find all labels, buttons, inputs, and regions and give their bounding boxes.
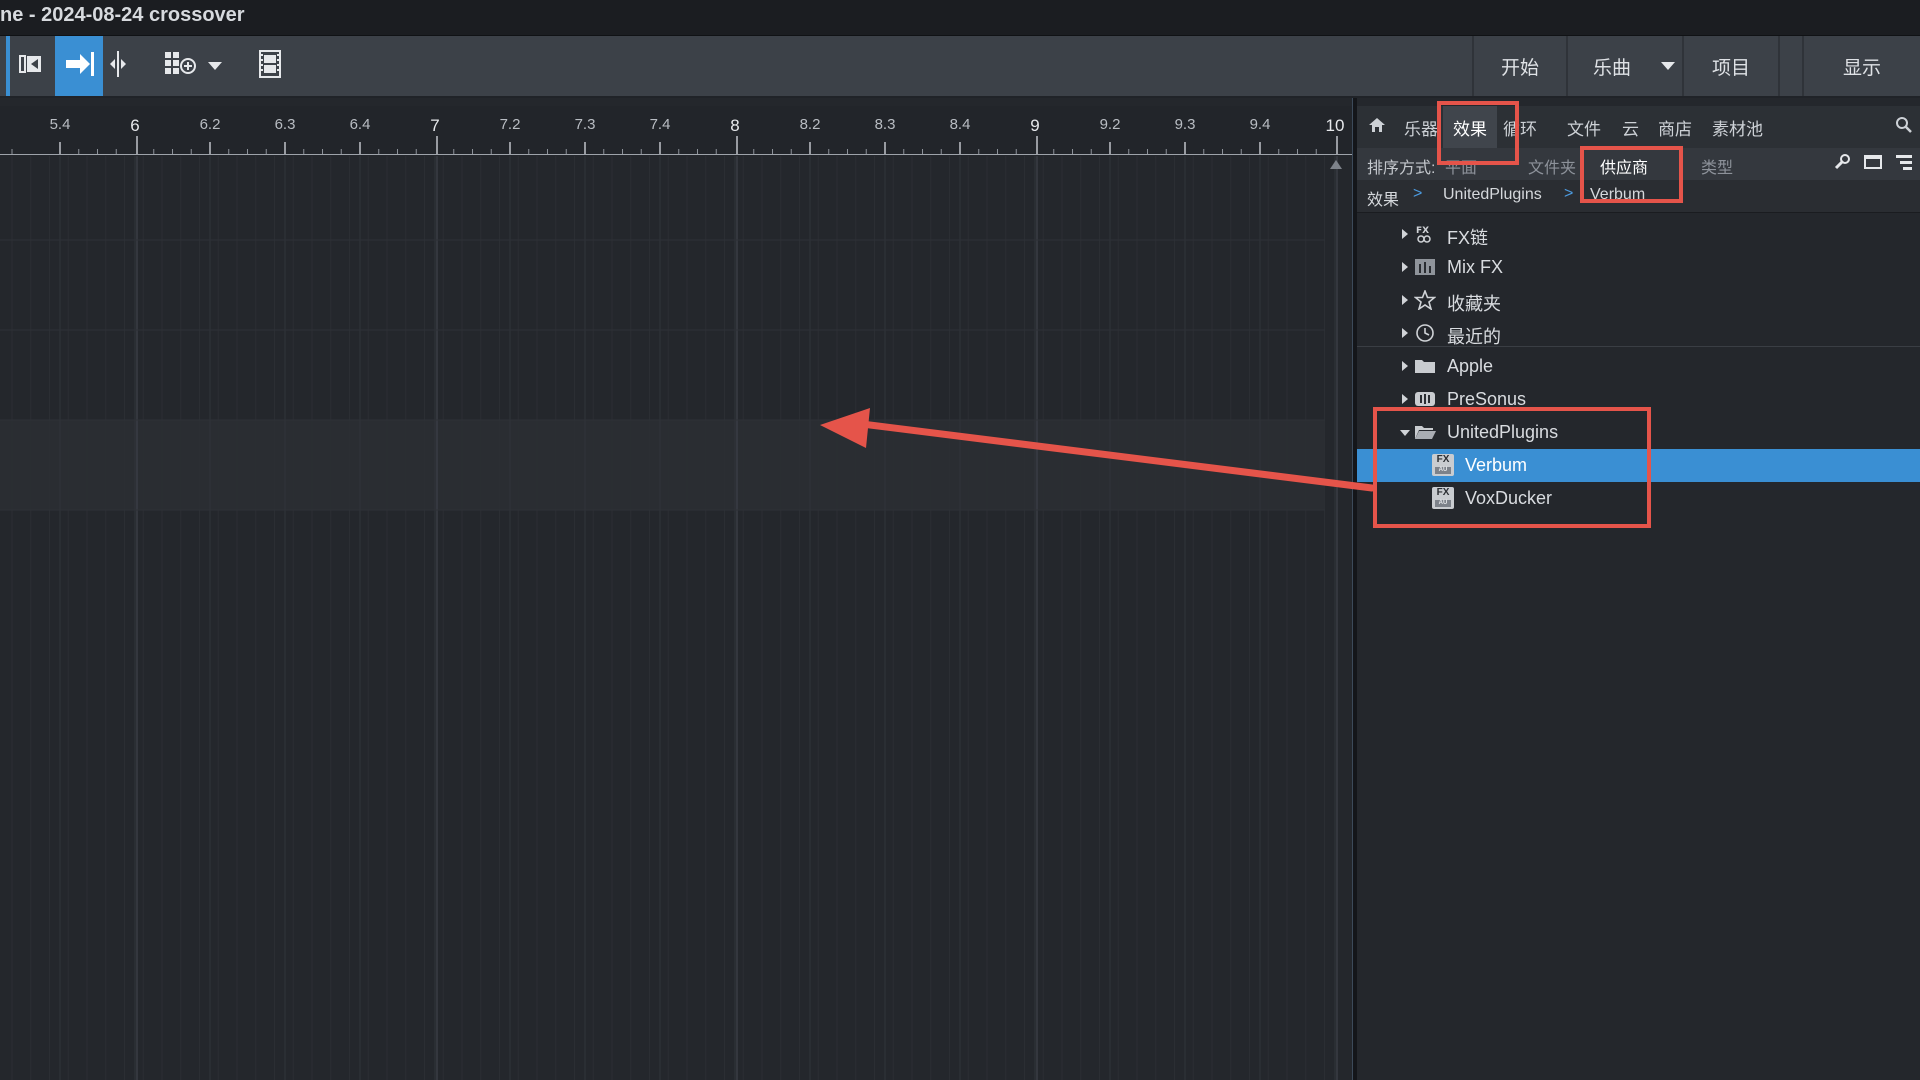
chevron-down-icon (208, 62, 222, 70)
presonus-icon (1414, 389, 1436, 409)
chevron-down-icon (1661, 62, 1675, 70)
tab-files[interactable]: 文件 (1567, 106, 1601, 148)
annotation-box-vendor-sort (1580, 146, 1683, 203)
breadcrumb-effects[interactable]: 效果 (1367, 186, 1399, 210)
toolbar-edge-accent (6, 36, 10, 96)
clock-icon (1414, 323, 1436, 343)
tree-item-label: Mix FX (1447, 257, 1503, 277)
expand-arrow-right-icon[interactable] (1402, 328, 1408, 338)
follow-arrow-icon (62, 49, 96, 84)
snap-start-button[interactable] (12, 36, 52, 96)
browser-list-button[interactable] (1894, 153, 1914, 176)
tree-item-fx[interactable]: FX FX链 (1357, 218, 1920, 251)
tree-item-label: Apple (1447, 356, 1494, 376)
timeline-ruler[interactable]: 5.4 6 6.2 6.3 6.4 7 7.2 7.3 7.4 8 8.2 8.3 8.4 9 9.2 9.3… (0, 106, 1352, 155)
title-bar: ne - 2024-08-24 crossover (0, 0, 1920, 36)
folder-icon (1414, 356, 1436, 376)
track-lane-highlight (0, 420, 1325, 510)
breadcrumb-unitedplugins[interactable]: UnitedPlugins (1443, 186, 1542, 204)
tab-shop[interactable]: 商店 (1658, 106, 1692, 148)
expand-arrow-right-icon[interactable] (1402, 229, 1408, 239)
follow-playhead-button[interactable] (55, 36, 103, 96)
split-icon (106, 49, 130, 84)
fx-chain-icon: FX (1414, 224, 1436, 244)
expand-arrow-right-icon[interactable] (1402, 295, 1408, 305)
grid-add-icon (163, 49, 197, 84)
tab-pool[interactable]: 素材池 (1712, 106, 1763, 148)
annotation-box-effects-tab (1437, 101, 1519, 165)
tree-item-node-2[interactable]: 收藏夹 (1357, 284, 1920, 317)
browser-layout-button[interactable] (1863, 153, 1883, 176)
tree-item-label: FX链 (1447, 228, 1489, 248)
window-title: ne - 2024-08-24 crossover (0, 4, 245, 26)
browser-panel: 乐器 效果 循环 文件 云 商店 素材池 排序方式: 平面 文件夹 供应商 类型 (1357, 98, 1920, 1080)
tree-item-apple[interactable]: Apple (1357, 350, 1920, 383)
tree-divider (1357, 346, 1920, 347)
arrange-grid[interactable] (0, 156, 1352, 1080)
browser-home-button[interactable] (1365, 106, 1389, 148)
tree-item-mix-fx[interactable]: Mix FX (1357, 251, 1920, 284)
sort-label: 排序方式: (1367, 160, 1436, 177)
breadcrumb-separator-icon: > (1413, 185, 1423, 202)
breadcrumb-separator-icon: > (1564, 185, 1574, 202)
list-icon (1894, 155, 1914, 175)
mix-fx-icon (1414, 257, 1436, 277)
window-icon (1863, 155, 1883, 175)
snap-start-icon (17, 52, 47, 81)
nav-song-dropdown[interactable] (1656, 36, 1680, 96)
expand-arrow-right-icon[interactable] (1402, 361, 1408, 371)
tree-item-label: 收藏夹 (1447, 294, 1501, 314)
tab-cloud[interactable]: 云 (1622, 106, 1639, 148)
nav-song-button[interactable]: 乐曲 (1568, 36, 1656, 96)
browser-search-button[interactable] (1893, 106, 1915, 148)
split-button[interactable] (104, 36, 132, 96)
sort-type[interactable]: 类型 (1701, 154, 1733, 178)
scroll-up-arrow[interactable] (1330, 160, 1342, 169)
star-icon (1414, 290, 1436, 310)
tab-instruments[interactable]: 乐器 (1404, 106, 1438, 148)
toolbar-separator (1778, 36, 1780, 96)
expand-arrow-right-icon[interactable] (1402, 262, 1408, 272)
sort-folder[interactable]: 文件夹 (1528, 154, 1576, 178)
search-icon (1895, 116, 1913, 139)
home-icon (1368, 116, 1386, 139)
expand-arrow-right-icon[interactable] (1402, 394, 1408, 404)
toolbar: 开始 乐曲 项目 显示 (0, 36, 1920, 98)
annotation-box-plugin-list (1373, 407, 1651, 528)
arrange-view[interactable]: 5.4 6 6.2 6.3 6.4 7 7.2 7.3 7.4 8 8.2 8.3 8.4 9 9.2 9.3… (0, 98, 1352, 1080)
wrench-icon (1833, 154, 1851, 175)
nav-start-button[interactable]: 开始 (1474, 36, 1566, 96)
nav-project-button[interactable]: 项目 (1684, 36, 1778, 96)
browser-settings-button[interactable] (1833, 153, 1851, 176)
video-button[interactable] (252, 36, 288, 96)
svg-text:FX: FX (1416, 226, 1429, 236)
grid-dropdown-button[interactable] (204, 36, 226, 96)
ruler-ticks (11, 136, 1338, 154)
grid-add-button[interactable] (160, 36, 200, 96)
nav-show-button[interactable]: 显示 (1804, 36, 1920, 96)
film-strip-icon (257, 49, 283, 84)
